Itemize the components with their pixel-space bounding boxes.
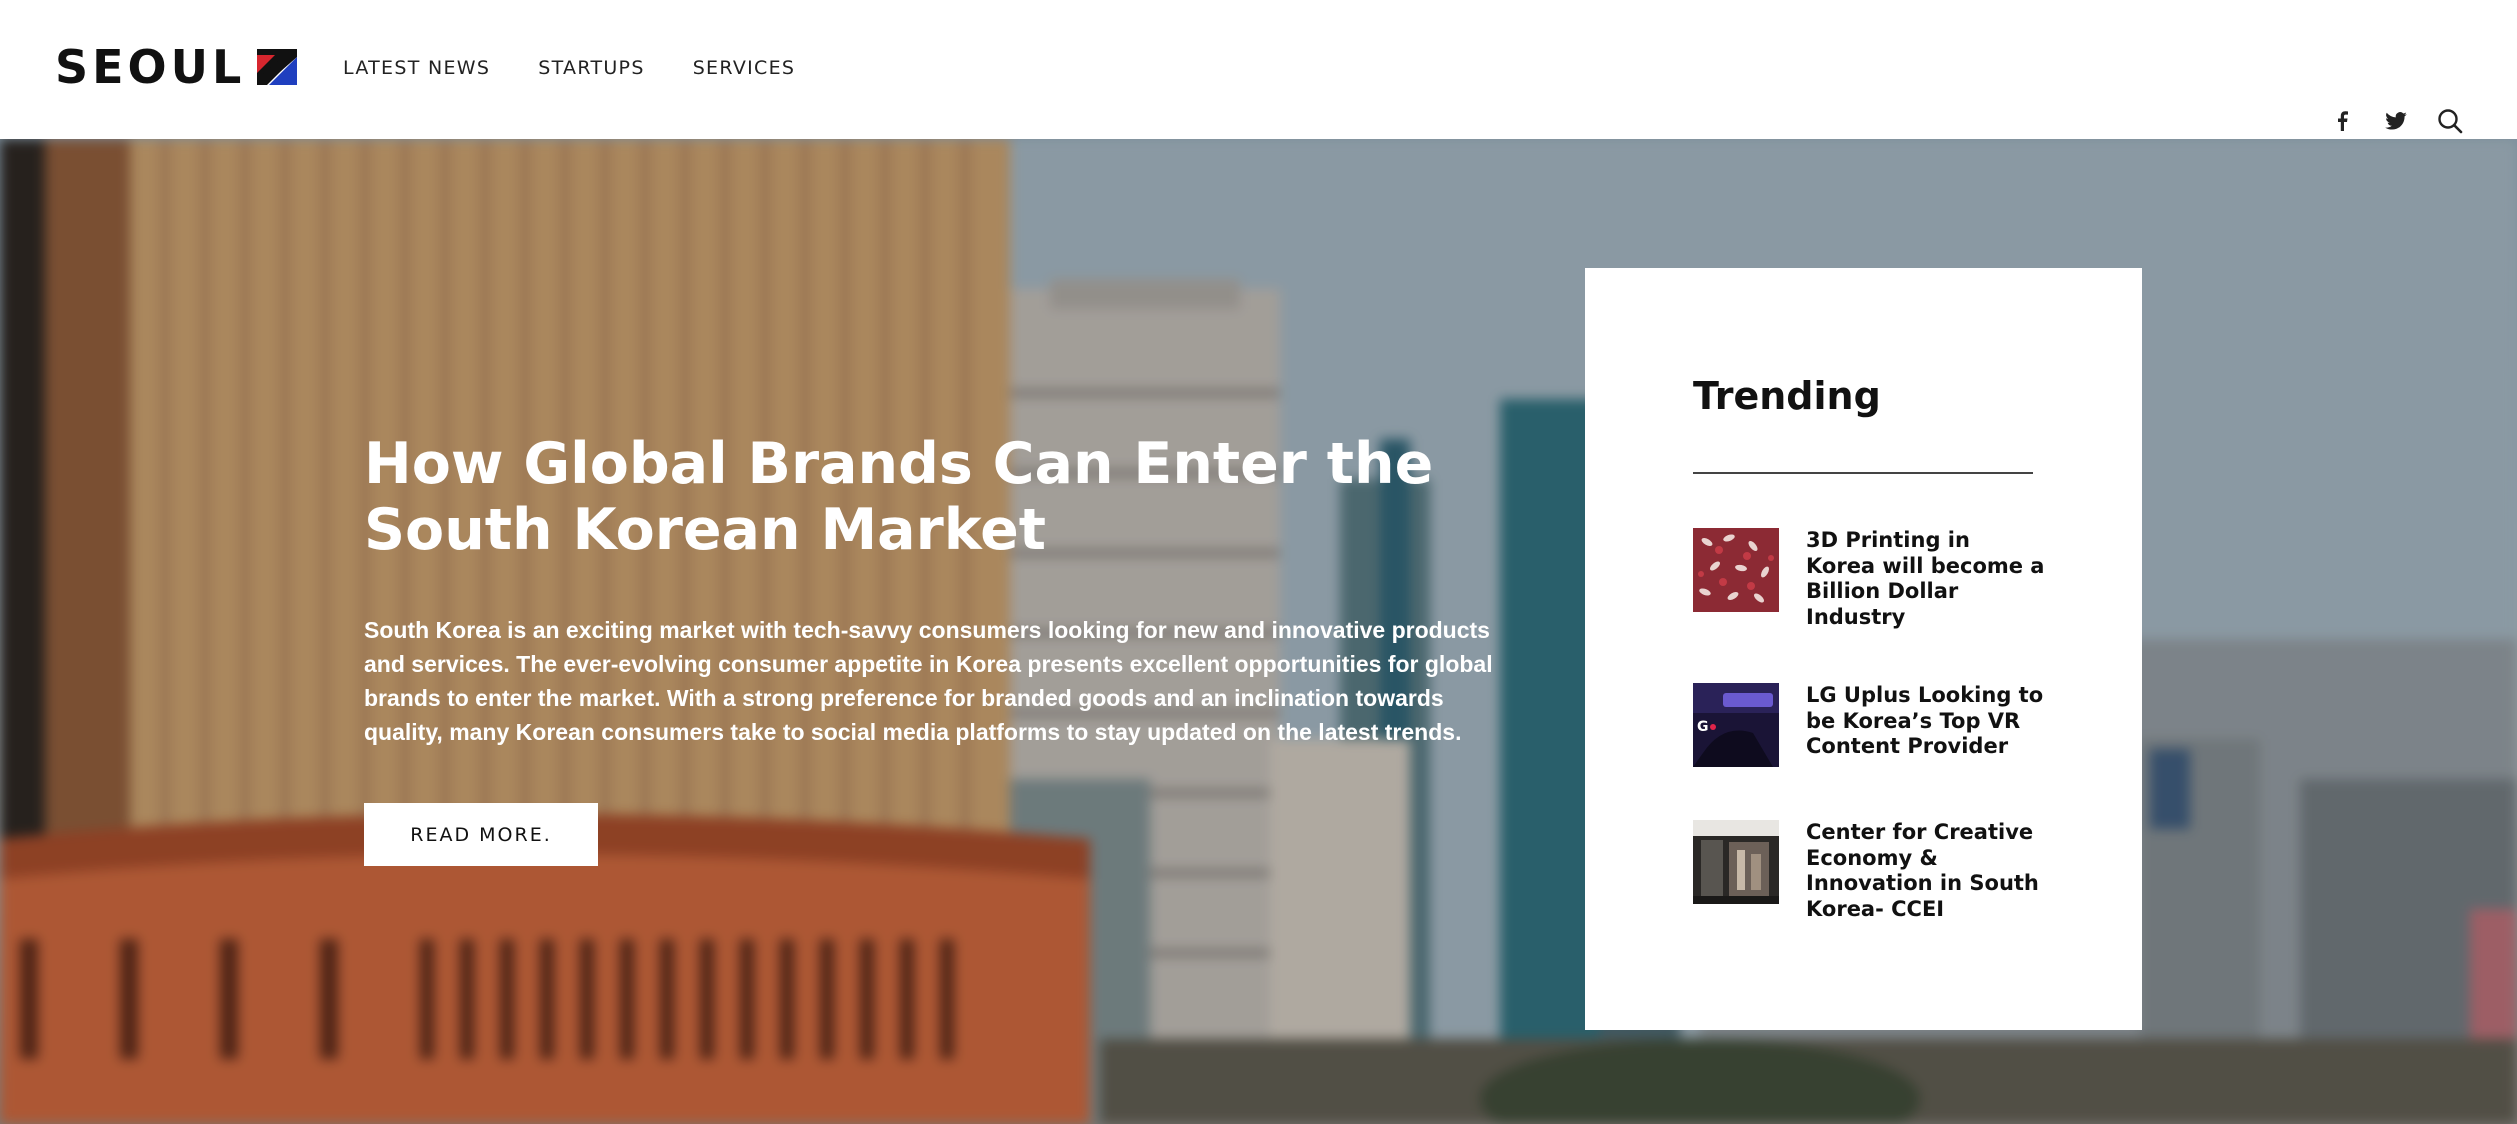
read-more-button[interactable]: READ MORE. [364, 803, 598, 866]
nav-services[interactable]: SERVICES [693, 56, 796, 80]
trending-item[interactable]: Center for Creative Economy & Innovation… [1693, 820, 2053, 922]
main-nav: LATEST NEWS STARTUPS SERVICES [343, 56, 795, 80]
logo-text: SEOUL [55, 40, 246, 94]
facebook-icon[interactable] [2325, 104, 2359, 138]
trending-item[interactable]: G LG Uplus Looking to be Korea’s Top VR … [1693, 683, 2053, 767]
trending-thumbnail[interactable]: G [1693, 683, 1779, 767]
trending-item-title[interactable]: 3D Printing in Korea will become a Billi… [1806, 528, 2046, 630]
trending-item[interactable]: 3D Printing in Korea will become a Billi… [1693, 528, 2053, 630]
trending-thumbnail[interactable] [1693, 528, 1779, 612]
trending-thumbnail[interactable] [1693, 820, 1779, 904]
hero-section: How Global Brands Can Enter the South Ko… [0, 139, 2517, 1124]
site-header: SEOUL LATEST NEWS STARTUPS SERVICES [0, 0, 2517, 139]
site-logo[interactable]: SEOUL [55, 42, 303, 92]
trending-divider [1693, 472, 2033, 474]
hero-title[interactable]: How Global Brands Can Enter the South Ko… [364, 431, 1544, 563]
nav-startups[interactable]: STARTUPS [538, 56, 644, 80]
trending-title: Trending [1693, 374, 1881, 418]
search-icon[interactable] [2433, 104, 2467, 138]
trending-item-title[interactable]: Center for Creative Economy & Innovation… [1806, 820, 2046, 922]
trending-item-title[interactable]: LG Uplus Looking to be Korea’s Top VR Co… [1806, 683, 2046, 767]
nav-latest-news[interactable]: LATEST NEWS [343, 56, 490, 80]
svg-text:G: G [1697, 719, 1709, 735]
twitter-icon[interactable] [2379, 104, 2413, 138]
trending-panel: Trending 3D Printing in Korea will becom… [1585, 268, 2142, 1030]
logo-slash-mark [257, 49, 298, 85]
hero-excerpt: South Korea is an exciting market with t… [364, 617, 1493, 745]
